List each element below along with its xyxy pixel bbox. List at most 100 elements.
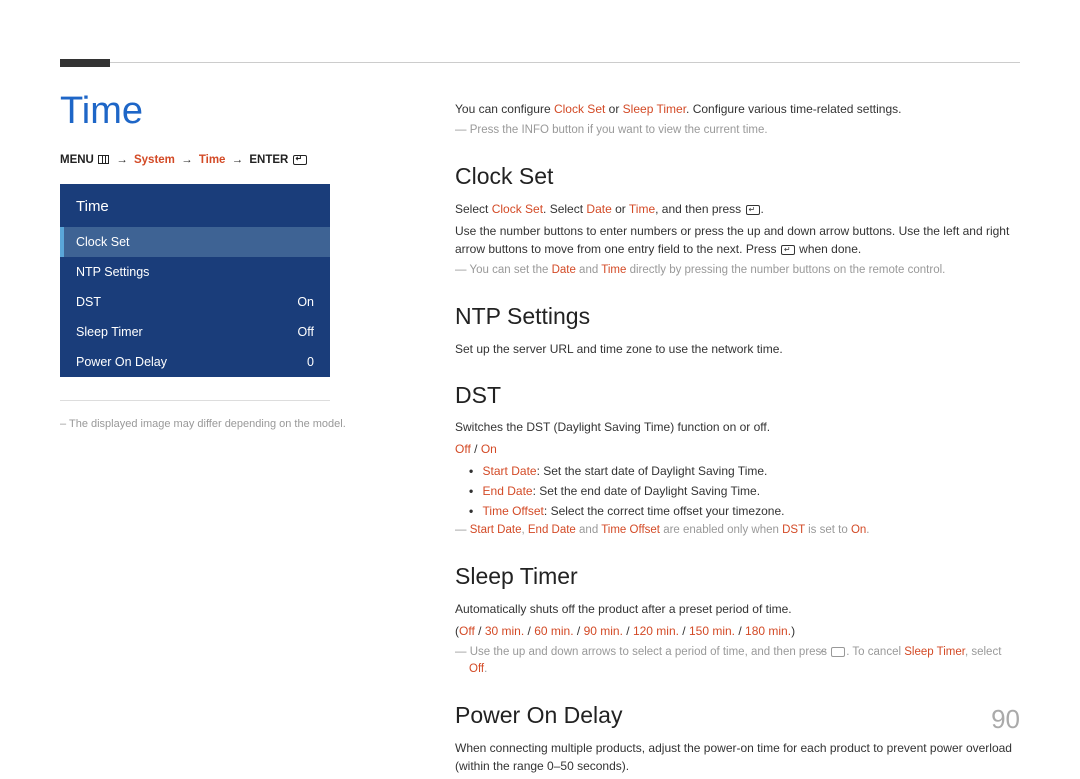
menu-item-power-on-delay[interactable]: Power On Delay 0 [60,347,330,377]
text: . [761,202,764,216]
menu-item-label: DST [76,295,101,309]
text: / [475,624,485,638]
text-accent: Off [469,663,484,675]
text: You can configure [455,102,554,116]
text: is set to [805,524,851,536]
breadcrumb: MENU → System → Time → ENTER [60,154,308,166]
intro-note: Press the INFO button if you want to vie… [455,122,1020,139]
dst-note: Start Date, End Date and Time Offset are… [455,522,1020,539]
text: or [605,102,622,116]
text-accent: Off [455,442,471,456]
text-accent: Sleep Timer [623,102,686,116]
text: Use the number buttons to enter numbers … [455,224,1009,256]
menu-icon [98,155,109,164]
text-accent: Sleep Timer [904,646,965,658]
text-accent: Time Offset [601,524,660,536]
menu-item-ntp-settings[interactable]: NTP Settings [60,257,330,287]
page-number: 90 [991,704,1020,735]
text: / [735,624,745,638]
text-accent: Start Date [483,464,537,478]
list-item: Time Offset: Select the correct time off… [481,502,1020,520]
text: or [612,202,629,216]
top-divider [60,62,1020,63]
text: : Select the correct time offset your ti… [544,504,785,518]
menu-item-label: Power On Delay [76,355,167,369]
text: and [576,264,601,276]
text: . Select [543,202,586,216]
heading-ntp: NTP Settings [455,299,1020,334]
heading-sleep-timer: Sleep Timer [455,559,1020,594]
text: . To cancel [846,646,904,658]
arrow-icon: → [113,154,131,166]
ntp-p1: Set up the server URL and time zone to u… [455,340,1020,358]
text: when done. [796,242,861,256]
text: : Set the start date of Daylight Saving … [537,464,768,478]
clockset-p2: Use the number buttons to enter numbers … [455,222,1020,258]
text: Use the up and down arrows to select a p… [470,646,831,658]
text-accent: 120 min. [633,624,679,638]
enter-icon [293,155,307,165]
sleep-options: (Off / 30 min. / 60 min. / 90 min. / 120… [455,622,1020,640]
text-accent: On [481,442,497,456]
text: : Set the end date of Daylight Saving Ti… [533,484,760,498]
text-accent: 60 min. [534,624,573,638]
enter-icon [831,647,845,657]
menu-item-value: On [297,295,314,309]
text-accent: Date [552,264,576,276]
text: . [866,524,869,536]
text: . Configure various time-related setting… [686,102,901,116]
list-item: End Date: Set the end date of Daylight S… [481,482,1020,500]
text-accent: Clock Set [492,202,543,216]
text: directly by pressing the number buttons … [626,264,945,276]
dst-p1: Switches the DST (Daylight Saving Time) … [455,418,1020,436]
text-accent: Time Offset [483,504,544,518]
divider [60,400,330,401]
heading-dst: DST [455,378,1020,413]
text-accent: Clock Set [554,102,605,116]
menu-footnote: The displayed image may differ depending… [60,418,350,430]
clockset-note: You can set the Date and Time directly b… [455,262,1020,279]
menu-panel: Time Clock Set NTP Settings DST On Sleep… [60,184,330,377]
text-accent: 180 min. [745,624,791,638]
menu-item-clock-set[interactable]: Clock Set [60,227,330,257]
breadcrumb-menu: MENU [60,154,94,166]
text-accent: 30 min. [485,624,524,638]
text-accent: 90 min. [584,624,623,638]
text: are enabled only when [660,524,782,536]
menu-item-label: Sleep Timer [76,325,143,339]
menu-item-dst[interactable]: DST On [60,287,330,317]
text-accent: On [851,524,866,536]
page-title: Time [60,90,143,133]
dst-options: Off / On [455,440,1020,458]
text-accent: 150 min. [689,624,735,638]
text: / [524,624,534,638]
intro-text: You can configure Clock Set or Sleep Tim… [455,100,1020,118]
content-column: You can configure Clock Set or Sleep Tim… [455,100,1020,779]
dst-list: Start Date: Set the start date of Daylig… [455,462,1020,520]
breadcrumb-system: System [134,154,175,166]
text: and [576,524,601,536]
text: / [623,624,633,638]
breadcrumb-enter: ENTER [249,154,288,166]
heading-clock-set: Clock Set [455,159,1020,194]
text: , select [965,646,1001,658]
text-accent: Date [586,202,611,216]
text: , and then press [655,202,744,216]
menu-item-sleep-timer[interactable]: Sleep Timer Off [60,317,330,347]
arrow-icon: → [229,154,247,166]
text-accent: End Date [528,524,576,536]
enter-icon [746,205,760,215]
pod-p1: When connecting multiple products, adjus… [455,739,1020,775]
heading-power-on-delay: Power On Delay [455,698,1020,733]
clockset-p1: Select Clock Set. Select Date or Time, a… [455,200,1020,218]
sleep-note: Use the up and down arrows to select a p… [455,644,1020,679]
text-accent: Time [601,264,626,276]
sleep-p1: Automatically shuts off the product afte… [455,600,1020,618]
text-accent: Off [459,624,475,638]
text-accent: DST [782,524,805,536]
text-accent: Start Date [470,524,522,536]
text: / [471,442,481,456]
breadcrumb-time: Time [199,154,226,166]
menu-header: Time [60,184,330,227]
text: / [679,624,689,638]
